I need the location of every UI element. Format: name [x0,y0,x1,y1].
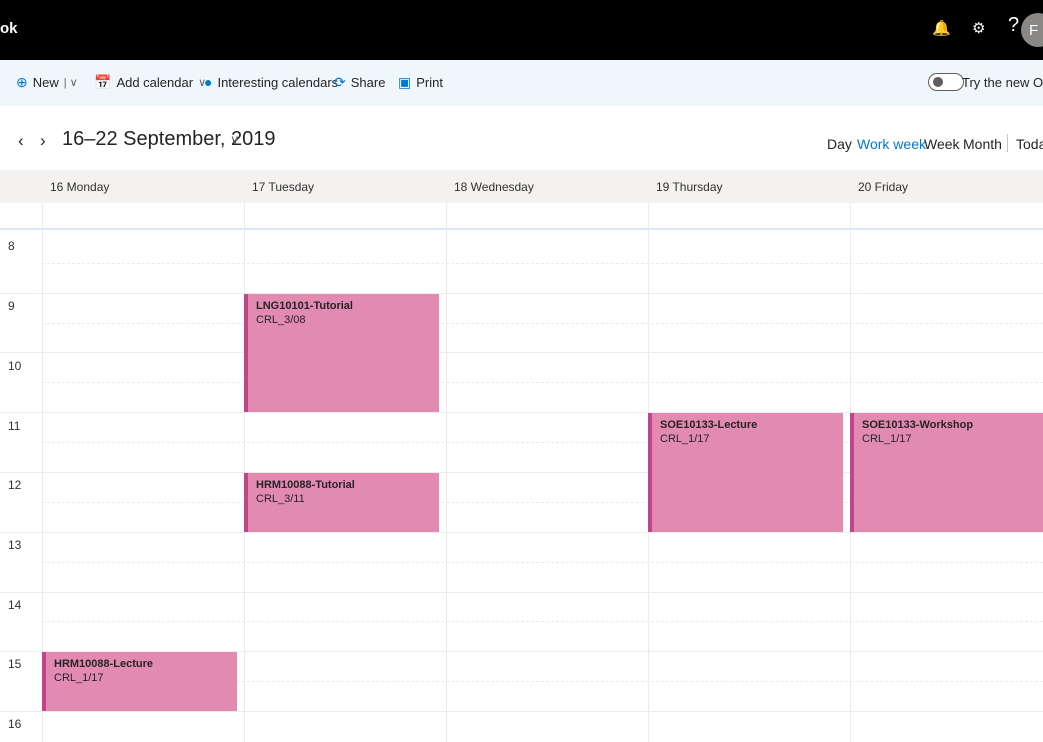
share-icon: ⟳ [334,74,346,90]
event-title: LNG10101-Tutorial [256,300,353,312]
hour-line [0,293,1043,294]
share-label: Share [350,75,386,90]
event-title: HRM10088-Tutorial [256,479,355,491]
top-bar: ok 🔔 ⚙ ? F [0,0,1043,60]
half-hour-line [42,621,1043,622]
half-hour-line [42,323,1043,324]
avatar[interactable]: F [1021,13,1043,47]
help-icon[interactable]: ? [1008,15,1019,35]
hour-label: 12 [8,478,22,492]
day-header: 17 Tuesday [252,180,315,194]
half-hour-line [42,562,1043,563]
hour-label: 14 [8,598,22,612]
hour-label: 15 [8,657,22,671]
add-calendar-button[interactable]: 📅 Add calendar ∨ [94,74,206,91]
print-button[interactable]: ▣ Print [398,74,443,91]
plus-circle-icon: ⊕ [16,74,28,90]
view-work-week[interactable]: Work week [857,136,926,152]
view-separator [1007,134,1008,152]
event-title: SOE10133-Workshop [862,419,974,431]
event-location: CRL_3/08 [256,314,306,326]
hour-label: 9 [8,299,15,313]
hour-label: 13 [8,538,22,552]
hour-line [0,352,1043,353]
calendar-event[interactable]: HRM10088-Lecture CRL_1/17 [42,652,237,711]
today-button[interactable]: Today [1016,136,1043,152]
pin-icon: ● [204,74,213,90]
event-location: CRL_1/17 [54,672,104,684]
view-month[interactable]: Month [963,136,1002,152]
calendar-event[interactable]: HRM10088-Tutorial CRL_3/11 [244,473,439,532]
hour-label: 11 [8,419,21,433]
hour-line [0,592,1043,593]
chevron-down-icon[interactable]: | ∨ [64,76,78,89]
share-button[interactable]: ⟳ Share [334,74,385,91]
interesting-calendars-button[interactable]: ● Interesting calendars [204,74,338,90]
calendar-event[interactable]: LNG10101-Tutorial CRL_3/08 [244,294,439,412]
calendar-add-icon: 📅 [94,74,112,90]
previous-week-button[interactable]: ‹ [18,131,24,151]
new-outlook-toggle[interactable] [928,73,964,91]
day-header: 20 Friday [858,180,909,194]
try-new-outlook-label: Try the new Outlo [962,75,1043,90]
hour-line [0,532,1043,533]
app-title: ok [0,20,18,37]
event-title: SOE10133-Lecture [660,419,758,431]
next-week-button[interactable]: › [40,131,46,151]
event-location: CRL_1/17 [862,433,912,445]
view-week[interactable]: Week [924,136,960,152]
add-calendar-label: Add calendar [116,75,194,90]
hour-line [0,711,1043,712]
bell-icon[interactable]: 🔔 [932,20,951,38]
event-location: CRL_3/11 [256,493,305,505]
event-location: CRL_1/17 [660,433,710,445]
new-label: New [32,75,59,90]
half-hour-line [42,263,1043,264]
event-title: HRM10088-Lecture [54,658,154,670]
toggle-knob [933,77,943,87]
new-button[interactable]: ⊕ New | ∨ [16,74,78,91]
hour-label: 16 [8,717,22,731]
calendar-event[interactable]: SOE10133-Workshop CRL_1/17 [850,413,1043,532]
calendar-event[interactable]: SOE10133-Lecture CRL_1/17 [648,413,843,532]
gear-icon[interactable]: ⚙ [972,20,985,38]
chevron-down-icon[interactable]: ∨ [230,132,240,148]
view-day[interactable]: Day [827,136,852,152]
print-label: Print [416,75,443,90]
hour-label: 8 [8,239,15,253]
printer-icon: ▣ [398,74,412,90]
day-header: 19 Thursday [656,180,723,194]
day-header: 16 Monday [50,180,110,194]
half-hour-line [42,382,1043,383]
date-range-title[interactable]: 16–22 September, 2019 [62,128,276,151]
all-day-row[interactable] [0,203,1043,230]
hour-label: 10 [8,359,22,373]
day-header: 18 Wednesday [454,180,534,194]
interesting-calendars-label: Interesting calendars [217,74,339,90]
command-bar: ⊕ New | ∨ 📅 Add calendar ∨ ● Interesting… [0,60,1043,106]
